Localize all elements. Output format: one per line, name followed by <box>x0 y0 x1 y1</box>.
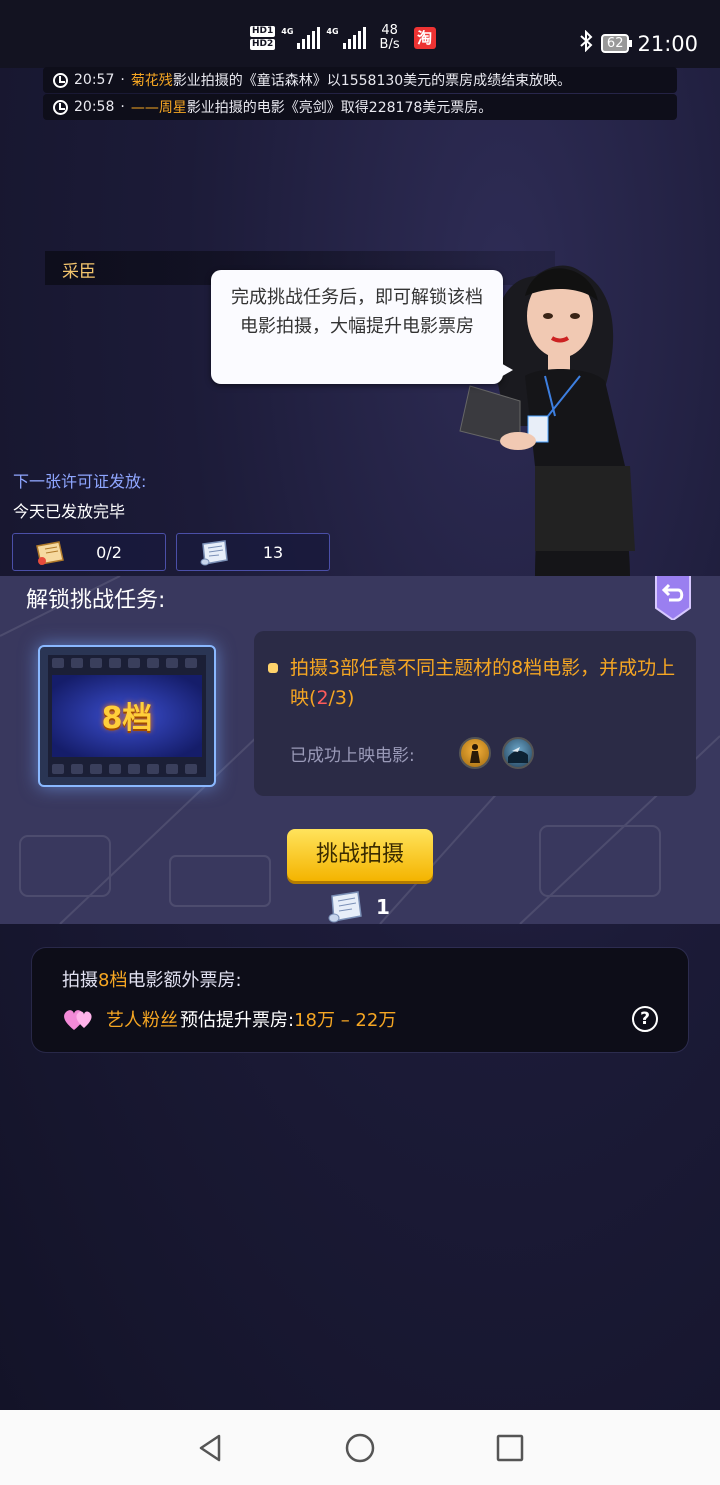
network-indicators: HD1 HD2 4G 4G 48 B/s 淘 <box>250 24 436 52</box>
extra-box-office-title: 拍摄8档电影额外票房: <box>62 966 242 992</box>
scroll-count: 13 <box>262 542 284 562</box>
clock-icon <box>53 99 68 115</box>
news-item: 20:58 · ——周星 影业拍摄的电影《亮剑》取得228178美元票房。 <box>43 94 677 120</box>
panel-title: 解锁挑战任务: <box>26 588 166 613</box>
signal-icon-2: 4G <box>326 27 366 49</box>
news-item: 20:57 · 菊花残 影业拍摄的《童话森林》以1558130美元的票房成绩结束… <box>43 67 677 93</box>
fan-bonus-row: 艺人粉丝 预估提升票房: 18万 – 22万 <box>62 1006 396 1032</box>
return-button[interactable] <box>654 576 692 620</box>
taobao-app-icon: 淘 <box>413 27 436 49</box>
back-nav-button[interactable] <box>191 1428 231 1468</box>
news-separator: · <box>120 72 125 88</box>
bonus-title-prefix: 拍摄 <box>62 970 98 991</box>
news-time: 20:58 <box>74 99 115 115</box>
challenge-cost-value: 1 <box>376 895 390 919</box>
hd-icons: HD1 HD2 <box>250 26 276 50</box>
bonus-title-suffix: 电影额外票房: <box>127 970 242 991</box>
license-label: 下一张许可证发放: <box>13 472 147 491</box>
game-screen: HD1 HD2 4G 4G 48 B/s 淘 62 21:00 20:57 · … <box>0 0 720 1410</box>
status-bar: HD1 HD2 4G 4G 48 B/s 淘 62 21:00 <box>0 0 720 68</box>
permit-counter[interactable]: 0/2 <box>12 533 166 571</box>
news-studio-name: 菊花残 <box>130 73 173 89</box>
challenge-cost: 1 <box>324 888 390 924</box>
hd1-icon: HD1 <box>250 26 276 37</box>
fan-bonus-source: 艺人粉丝 <box>106 1010 178 1031</box>
task-description: 拍摄3部任意不同主题材的8档电影，并成功上映(2/3) <box>290 653 686 713</box>
network-speed: 48 B/s <box>380 24 400 52</box>
news-time: 20:57 <box>74 72 115 88</box>
recent-apps-nav-button[interactable] <box>490 1428 530 1468</box>
home-nav-button[interactable] <box>340 1428 380 1468</box>
released-movie-icon[interactable] <box>502 737 534 769</box>
bluetooth-icon <box>579 29 593 57</box>
network-speed-unit: B/s <box>379 37 400 52</box>
hearts-icon <box>64 1010 92 1030</box>
script-scroll-icon <box>328 891 362 923</box>
help-icon[interactable]: ? <box>632 1006 658 1032</box>
task-progress-current: 2 <box>316 687 329 709</box>
task-bullet-icon <box>268 663 278 673</box>
signal-icon: 4G <box>281 27 321 49</box>
fan-bonus-range: 18万 – 22万 <box>294 1010 397 1031</box>
released-movie-icon[interactable] <box>459 737 491 769</box>
task-progress-total: /3) <box>328 687 355 709</box>
news-text: 影业拍摄的《童话森林》以1558130美元的票房成绩结束放映。 <box>172 73 572 89</box>
film-grade-label: 8档 <box>101 701 153 736</box>
challenge-shoot-button[interactable]: 挑战拍摄 <box>287 829 433 881</box>
network-speed-value: 48 <box>381 23 398 38</box>
bonus-title-grade: 8档 <box>98 970 128 991</box>
clock-time: 21:00 <box>637 31 698 56</box>
scroll-counter[interactable]: 13 <box>176 533 330 571</box>
news-text: 影业拍摄的电影《亮剑》取得228178美元票房。 <box>186 100 493 116</box>
hd2-icon: HD2 <box>250 39 276 50</box>
assistant-speech-bubble: 完成挑战任务后，即可解锁该档电影拍摄，大幅提升电影票房 <box>211 270 513 384</box>
film-grade-card: 8档 <box>38 645 216 787</box>
task-card: 拍摄3部任意不同主题材的8档电影，并成功上映(2/3) 已成功上映电影: <box>254 631 696 796</box>
network-type-label-2: 4G <box>326 27 339 36</box>
status-right: 62 21:00 <box>579 29 698 57</box>
clock-icon <box>53 72 68 88</box>
assistant-name: 采臣 <box>62 262 96 282</box>
battery-indicator: 62 <box>600 34 632 53</box>
news-separator: · <box>120 99 125 115</box>
extra-box-office-card: 拍摄8档电影额外票房: 艺人粉丝 预估提升票房: 18万 – 22万 ? <box>32 948 688 1052</box>
navigation-bar <box>0 1410 720 1485</box>
unlock-challenge-panel: 解锁挑战任务: 8档 拍摄3部任意不同主题材的8档电影，并成功上映(2/3) 已… <box>0 576 720 924</box>
news-studio-name: ——周星 <box>130 100 187 116</box>
network-type-label: 4G <box>281 27 294 36</box>
released-movies-label: 已成功上映电影: <box>290 746 415 766</box>
permit-count: 0/2 <box>96 542 122 562</box>
fan-bonus-label: 预估提升票房: <box>180 1010 295 1031</box>
license-status: 今天已发放完毕 <box>13 502 126 521</box>
